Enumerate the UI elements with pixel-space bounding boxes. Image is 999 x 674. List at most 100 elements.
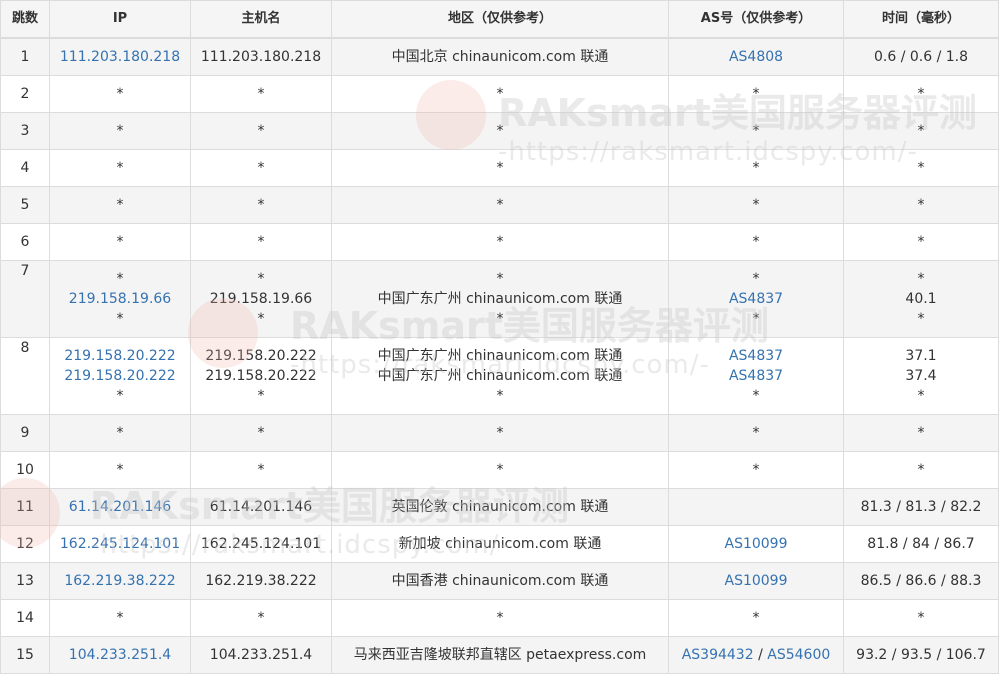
region-value: 中国北京 chinaunicom.com 联通 [391,49,609,65]
as-value: * [752,160,760,176]
cell-time: 81.3 / 81.3 / 82.2 [843,488,999,526]
as-value[interactable]: AS54600 [767,647,830,663]
cell-region: 中国北京 chinaunicom.com 联通 [331,37,669,76]
host-value: 104.233.251.4 [209,647,313,663]
as-value[interactable]: AS4837 [670,289,843,309]
region-value: * [496,388,504,404]
cell-time: * [843,223,999,261]
cell-time: * [843,75,999,113]
host-value: * [257,462,265,478]
region-value: * [496,86,504,102]
ip-value[interactable]: 219.158.19.66 [51,289,190,309]
cell-host: * [190,599,332,637]
cell-time: * [843,112,999,150]
cell-region: 英国伦敦 chinaunicom.com 联通 [331,488,669,526]
cell-host: 162.219.38.222 [190,562,332,600]
as-value[interactable]: AS4837 [670,366,843,386]
ip-value[interactable]: 162.245.124.101 [60,536,180,552]
time-value: * [917,234,925,250]
ip-value[interactable]: 61.14.201.146 [69,499,171,515]
host-value: 219.158.20.222 [205,348,317,364]
region-value: 英国伦敦 chinaunicom.com 联通 [391,499,609,515]
table-row: 9 * * * * * [0,414,999,452]
region-value: 中国广东广州 chinaunicom.com 联通 [377,368,623,384]
cell-region: * [331,451,669,489]
cell-time: * 40.1 * [843,260,999,338]
cell-time: * [843,414,999,452]
region-value: 中国香港 chinaunicom.com 联通 [391,573,609,589]
time-value: 40.1 [905,291,937,307]
cell-ip: 61.14.201.146 [49,488,191,526]
cell-as: * [668,414,844,452]
as-value[interactable]: AS4808 [729,49,783,65]
cell-as: * [668,223,844,261]
cell-host: * [190,414,332,452]
cell-time: 81.8 / 84 / 86.7 [843,525,999,563]
time-value: * [917,197,925,213]
ip-value[interactable]: 219.158.20.222 [51,366,190,386]
as-value[interactable]: AS4837 [670,346,843,366]
table-row: 4 * * * * * [0,149,999,187]
cell-as: AS4837 AS4837 * [668,337,844,415]
table-row: 2 * * * * * [0,75,999,113]
host-value: 162.245.124.101 [200,536,322,552]
table-row: 10 * * * * * [0,451,999,489]
hop-number: 7 [20,263,30,279]
table-row: 8 219.158.20.222 219.158.20.222 * 219.158.20… [0,337,999,415]
as-value: * [752,86,760,102]
cell-host: * [190,223,332,261]
cell-host: 104.233.251.4 [190,636,332,674]
ip-value: * [116,311,124,327]
hop-number: 5 [20,197,30,213]
cell-time: 93.2 / 93.5 / 106.7 [843,636,999,674]
as-separator: / [753,647,768,663]
time-value: 81.8 / 84 / 86.7 [867,536,975,552]
region-value: * [496,425,504,441]
header-hop: 跳数 [0,0,50,39]
table-row: 11 61.14.201.146 61.14.201.146 英国伦敦 chinaun… [0,488,999,526]
table-header-row: 跳数 IP 主机名 地区（仅供参考） AS号（仅供参考） 时间（毫秒） [0,0,999,39]
header-as: AS号（仅供参考） [668,0,844,39]
ip-value[interactable]: 111.203.180.218 [60,49,180,65]
as-value[interactable]: AS10099 [725,536,788,552]
as-value: * [752,425,760,441]
host-value: * [257,311,265,327]
cell-host: 219.158.20.222 219.158.20.222 * [190,337,332,415]
cell-hop: 8 [0,337,50,415]
time-value: 37.4 [905,368,937,384]
as-value[interactable]: AS10099 [725,573,788,589]
region-value: * [496,234,504,250]
as-value: * [752,234,760,250]
as-value: * [752,271,760,287]
cell-as: * AS4837 * [668,260,844,338]
hop-number: 11 [16,499,34,515]
host-value: 111.203.180.218 [200,49,322,65]
cell-as: * [668,186,844,224]
cell-host: * [190,149,332,187]
host-value: 61.14.201.146 [209,499,313,515]
time-value: * [917,123,925,139]
host-value: * [257,197,265,213]
as-value[interactable]: AS394432 [682,647,754,663]
ip-value[interactable]: 104.233.251.4 [69,647,171,663]
time-value: * [917,86,925,102]
region-value: 中国广东广州 chinaunicom.com 联通 [377,348,623,364]
hop-number: 2 [20,86,30,102]
cell-hop: 14 [0,599,50,637]
cell-as: * [668,112,844,150]
cell-ip: * [49,186,191,224]
cell-hop: 1 [0,37,50,76]
cell-host: * 219.158.19.66 * [190,260,332,338]
cell-as: * [668,599,844,637]
as-value: * [752,388,760,404]
host-value: * [257,86,265,102]
ip-value[interactable]: 162.219.38.222 [64,573,175,589]
hop-number: 14 [16,610,34,626]
cell-host: * [190,451,332,489]
cell-ip: * [49,223,191,261]
ip-value[interactable]: 219.158.20.222 [51,346,190,366]
cell-ip: 111.203.180.218 [49,37,191,76]
time-value: * [917,388,925,404]
time-value: * [917,610,925,626]
cell-host: 111.203.180.218 [190,37,332,76]
